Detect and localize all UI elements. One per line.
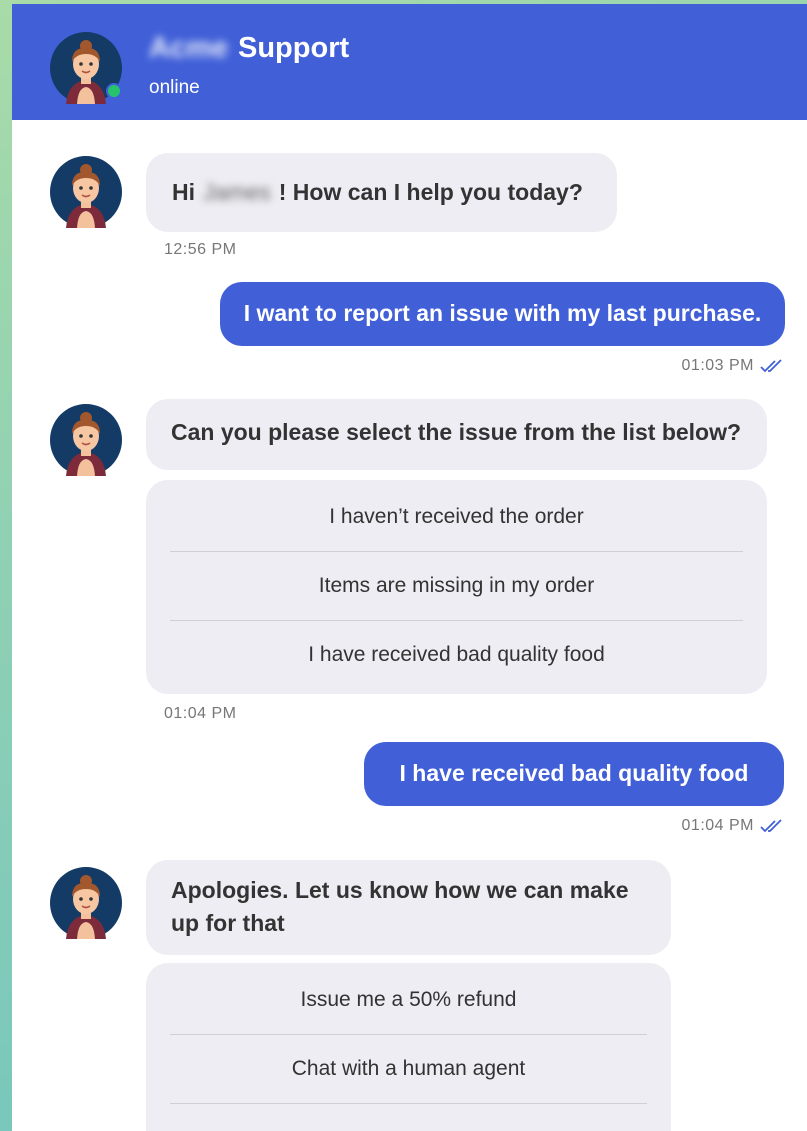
agent-avatar-icon xyxy=(50,404,122,476)
chat-window: Acme Support online Hi James ! How can I he… xyxy=(12,4,807,1131)
greeting-prefix: Hi xyxy=(172,179,195,205)
chat-title: Acme Support xyxy=(149,32,349,65)
incoming-message-bubble: Hi James ! How can I help you today? xyxy=(146,153,617,232)
message-timestamp: 12:56 PM xyxy=(164,241,237,258)
option-button[interactable]: I haven’t received the order xyxy=(146,482,767,551)
greeting-suffix: ! How can I help you today? xyxy=(278,179,583,205)
message-timestamp-row: 01:04 PM xyxy=(572,817,782,835)
resolution-options-list: Issue me a 50% refund Chat with a human … xyxy=(146,963,671,1131)
option-button[interactable]: I have received bad quality food xyxy=(146,620,767,689)
double-check-icon xyxy=(760,819,782,833)
incoming-message-bubble: Can you please select the issue from the… xyxy=(146,399,767,470)
message-timestamp: 01:03 PM xyxy=(681,357,754,374)
brand-name-blurred: Acme xyxy=(149,32,228,64)
message-timestamp-row: 01:03 PM xyxy=(572,357,782,375)
agent-avatar-icon xyxy=(50,156,122,228)
incoming-message-bubble: Apologies. Let us know how we can make u… xyxy=(146,860,671,955)
outgoing-message-bubble: I have received bad quality food xyxy=(364,742,784,806)
online-status-dot xyxy=(106,83,122,99)
message-timestamp: 01:04 PM xyxy=(681,817,754,834)
double-check-icon xyxy=(760,359,782,373)
option-button[interactable]: Items are missing in my order xyxy=(146,551,767,620)
agent-avatar-icon xyxy=(50,867,122,939)
option-button[interactable]: Issue me a 50% refund xyxy=(146,965,671,1034)
message-timestamp: 01:04 PM xyxy=(164,705,237,722)
issue-options-list: I haven’t received the order Items are m… xyxy=(146,480,767,694)
outgoing-message-bubble: I want to report an issue with my last p… xyxy=(220,282,785,346)
online-status-text: online xyxy=(149,77,200,98)
chat-header: Acme Support online xyxy=(12,4,807,120)
user-name-blurred: James xyxy=(203,179,271,205)
option-button[interactable]: Chat with a human agent xyxy=(146,1034,671,1103)
chat-title-text: Support xyxy=(238,32,350,64)
option-button-partial[interactable] xyxy=(146,1103,671,1131)
